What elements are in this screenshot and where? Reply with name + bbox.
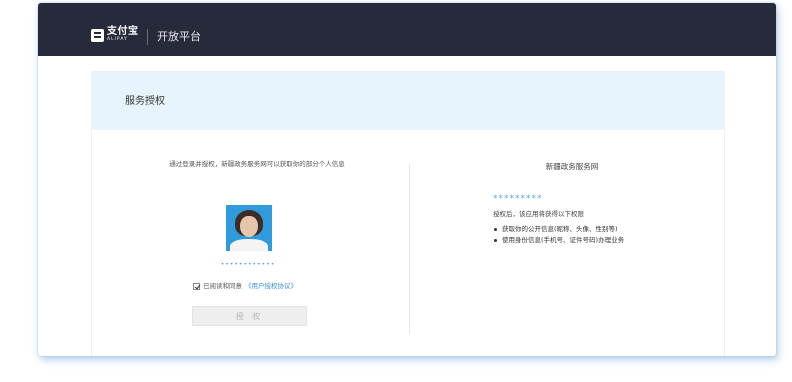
- permission-list: 获取你的公开信息(昵称、头像、性别等) 使用身份信息(手机号、证件号码)办理业务: [493, 224, 624, 246]
- authorize-button[interactable]: 授 权: [192, 306, 307, 326]
- top-navigation-bar: 支付宝 ALIPAY 开放平台: [38, 3, 776, 56]
- agree-checkbox[interactable]: [193, 282, 200, 290]
- permissions-subtitle: 授权后，该应用将获得以下权限: [493, 210, 584, 218]
- logo-text-en: ALIPAY: [107, 37, 128, 43]
- agree-label: 已阅读和同意: [203, 282, 242, 290]
- permission-text: 获取你的公开信息(昵称、头像、性别等): [502, 225, 618, 233]
- permission-text: 使用身份信息(手机号、证件号码)办理业务: [502, 236, 625, 244]
- header-divider: [147, 29, 148, 45]
- card-header: 服务授权: [92, 72, 724, 130]
- permission-item: 使用身份信息(手机号、证件号码)办理业务: [493, 235, 624, 246]
- platform-title: 开放平台: [157, 30, 201, 43]
- bullet-icon: [494, 239, 497, 242]
- browser-window: 支付宝 ALIPAY 开放平台 服务授权 通过登录并授权，新疆政务服务网可以获取…: [38, 3, 776, 356]
- permission-item: 获取你的公开信息(昵称、头像、性别等): [493, 224, 624, 235]
- service-name: 新疆政务服务网: [545, 162, 599, 171]
- card-title: 服务授权: [125, 96, 165, 107]
- logo-text-cn: 支付宝: [107, 26, 139, 38]
- user-avatar: [226, 205, 272, 251]
- masked-username: ••••••••••••: [220, 261, 276, 268]
- alipay-logo-icon: [91, 28, 104, 42]
- authorization-card: 服务授权 通过登录并授权，新疆政务服务网可以获取你的部分个人信息 •••••••…: [91, 71, 725, 356]
- authorization-description: 通过登录并授权，新疆政务服务网可以获取你的部分个人信息: [169, 160, 345, 168]
- agreement-row: 已阅读和同意 《用户授权协议》: [193, 281, 297, 291]
- bullet-icon: [494, 228, 497, 231]
- column-divider: [409, 164, 410, 334]
- user-agreement-link[interactable]: 《用户授权协议》: [245, 281, 297, 291]
- alipay-logo[interactable]: 支付宝 ALIPAY: [91, 27, 139, 43]
- masked-account: *********: [493, 194, 543, 204]
